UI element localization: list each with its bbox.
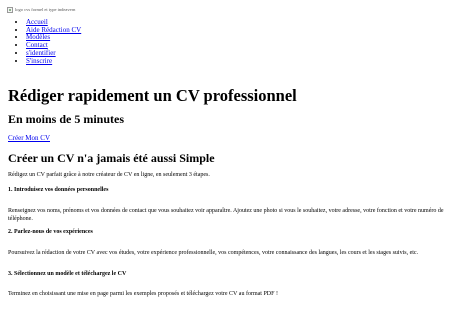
create-cv-link[interactable]: Créer Mon CV <box>8 134 50 142</box>
section-title: Créer un CV n'a jamais été aussi Simple <box>8 151 215 165</box>
step-1-title: 1. Introduisez vos données personnelles <box>8 187 109 193</box>
step-3-text: Terminez en choisissant une mise en page… <box>8 291 278 297</box>
page-subtitle: En moins de 5 minutes <box>8 112 125 126</box>
broken-image-icon <box>7 6 13 13</box>
nav-item-signup: S'inscrire <box>26 57 81 66</box>
main-nav: Accueil Aide Rédaction CV Modèles Contac… <box>14 18 81 66</box>
section-intro: Rédigez un CV parfait grâce à notre créa… <box>8 172 210 178</box>
logo-image: logo cvs formel et type indeavern <box>7 5 75 14</box>
step-1-text: Renseignez vos noms, prénoms et vos donn… <box>8 208 444 223</box>
logo-alt-text: logo cvs formel et type indeavern <box>15 7 76 12</box>
step-2-title: 2. Parlez-nous de vos expériences <box>8 229 93 235</box>
step-3-title: 3. Sélectionnez un modèle et téléchargez… <box>8 271 127 277</box>
nav-link-signup[interactable]: S'inscrire <box>26 57 52 65</box>
page-title: Rédiger rapidement un CV professionnel <box>8 86 297 105</box>
step-2-text: Poursuivez la rédaction de votre CV avec… <box>8 250 419 256</box>
